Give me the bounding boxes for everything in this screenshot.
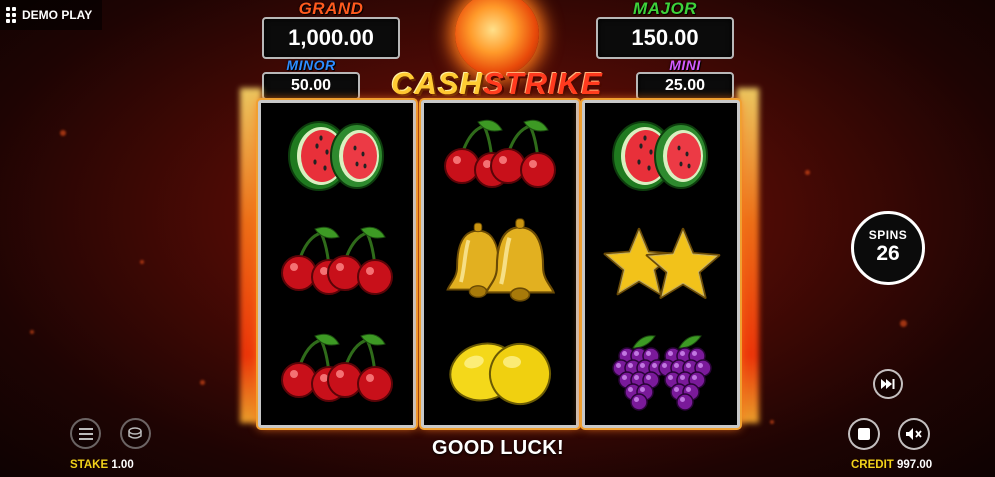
jackpot-mini-value: 25.00 xyxy=(636,72,734,100)
demo-play-menu[interactable]: DEMO PLAY xyxy=(0,0,102,30)
spins-counter: SPINS 26 xyxy=(851,211,925,285)
grapes-icon xyxy=(612,335,712,411)
lemon-symbol xyxy=(424,317,576,423)
logo-word-strike: STRIKE xyxy=(483,66,603,101)
jackpot-major-value: 150.00 xyxy=(596,17,734,59)
credit-value: 997.00 xyxy=(897,459,933,471)
cherry-icon xyxy=(444,119,556,188)
grid-dots-icon xyxy=(6,7,16,23)
ember xyxy=(805,170,810,175)
status-message: GOOD LUCK! xyxy=(432,437,564,459)
watermelon-symbol xyxy=(585,103,737,209)
stake-value: 1.00 xyxy=(111,459,134,471)
reel-1 xyxy=(258,100,416,428)
credit-label: CREDIT xyxy=(851,459,894,471)
fire-border-right xyxy=(737,88,759,423)
jackpot-major: MAJOR 150.00 xyxy=(596,0,734,59)
cherry-symbol xyxy=(261,210,413,316)
stop-autoplay-button[interactable] xyxy=(848,418,880,450)
jackpot-grand: GRAND 1,000.00 xyxy=(262,0,400,59)
cherry-icon xyxy=(281,333,393,402)
stake-display: STAKE 1.00 xyxy=(70,459,134,471)
jackpot-minor-label: MINOR xyxy=(286,57,336,73)
ember xyxy=(60,130,66,136)
watermelon-symbol xyxy=(261,103,413,209)
fast-forward-button[interactable] xyxy=(873,369,903,399)
jackpot-mini: MINI 25.00 xyxy=(636,58,734,100)
fast-forward-icon xyxy=(881,379,895,389)
stop-icon xyxy=(858,428,870,440)
lemon-icon xyxy=(449,342,551,405)
menu-button[interactable] xyxy=(70,418,101,449)
cherry-icon xyxy=(281,226,393,295)
jackpot-grand-label: GRAND xyxy=(298,0,364,18)
watermelon-icon xyxy=(612,121,708,191)
logo-word-cash: CASH xyxy=(391,66,484,101)
bell-symbol xyxy=(424,210,576,316)
star-icon xyxy=(603,227,721,299)
ember xyxy=(770,420,774,424)
sound-toggle-button[interactable] xyxy=(898,418,930,450)
jackpot-major-label: MAJOR xyxy=(633,0,697,18)
reel-2 xyxy=(421,100,579,428)
credit-display: CREDIT 997.00 xyxy=(851,459,932,471)
demo-play-label: DEMO PLAY xyxy=(22,8,93,22)
cash-strike-logo: CASHSTRIKE xyxy=(366,66,628,102)
sun-orb xyxy=(455,0,539,76)
spins-label: SPINS xyxy=(868,228,908,242)
ember xyxy=(140,260,144,264)
cherry-symbol xyxy=(261,317,413,423)
star-symbol xyxy=(585,210,737,316)
jackpot-mini-label: MINI xyxy=(669,57,701,73)
reel-3 xyxy=(582,100,740,428)
ember xyxy=(900,320,907,327)
grapes-symbol xyxy=(585,317,737,423)
mute-icon xyxy=(906,428,922,440)
stake-label: STAKE xyxy=(70,459,109,471)
watermelon-icon xyxy=(288,121,384,191)
spins-count: 26 xyxy=(876,242,900,265)
menu-icon xyxy=(78,427,93,440)
stake-button[interactable] xyxy=(120,418,151,449)
coins-icon xyxy=(127,426,142,439)
jackpot-grand-value: 1,000.00 xyxy=(262,17,400,59)
ember xyxy=(30,330,34,334)
reel-area[interactable] xyxy=(258,100,740,428)
bell-icon xyxy=(446,218,556,302)
ember xyxy=(200,380,205,385)
jackpot-minor-value: 50.00 xyxy=(262,72,360,100)
jackpot-minor: MINOR 50.00 xyxy=(262,58,360,100)
cherry-symbol xyxy=(424,103,576,209)
